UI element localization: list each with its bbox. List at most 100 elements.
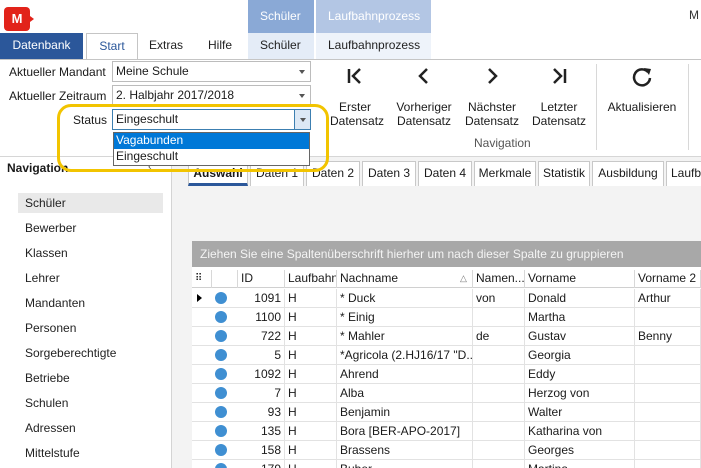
cell-nachname[interactable]: Bora [BER-APO-2017] xyxy=(337,422,473,441)
previous-record-button[interactable]: Vorheriger Datensatz xyxy=(394,66,454,128)
table-row[interactable]: 179HBuber Martina xyxy=(192,460,701,468)
nav-item-lehrer[interactable]: Lehrer xyxy=(18,268,163,288)
refresh-button[interactable]: Aktualisieren xyxy=(604,66,680,114)
nav-item-mandanten[interactable]: Mandanten xyxy=(18,293,163,313)
nav-item-betriebe[interactable]: Betriebe xyxy=(18,368,163,388)
cell-id[interactable]: 722 xyxy=(238,327,285,346)
tab-daten-4[interactable]: Daten 4 xyxy=(418,161,472,186)
cell-vorname[interactable]: Georgia xyxy=(525,346,635,365)
nav-item-schueler[interactable]: Schüler xyxy=(18,193,163,213)
cell-vorname[interactable]: Martha xyxy=(525,308,635,327)
table-row[interactable]: 93 H Benjamin Walter xyxy=(192,403,701,422)
cell-vorname-2[interactable] xyxy=(635,384,701,403)
column-header-id[interactable]: ID xyxy=(238,270,285,288)
tab-datenbank[interactable]: Datenbank xyxy=(0,33,83,60)
cell-id[interactable]: 1100 xyxy=(238,308,285,327)
cell-id[interactable]: 135 xyxy=(238,422,285,441)
cell-id[interactable]: 93 xyxy=(238,403,285,422)
cell-nachname[interactable]: *Agricola (2.HJ16/17 "D... xyxy=(337,346,473,365)
cell-namenszusatz[interactable] xyxy=(473,403,525,422)
table-row[interactable]: 1091 H * Duck von Donald Arthur xyxy=(192,289,701,308)
nav-item-klassen[interactable]: Klassen xyxy=(18,243,163,263)
cell-vorname[interactable]: Georges xyxy=(525,441,635,460)
nav-item-adressen[interactable]: Adressen xyxy=(18,418,163,438)
cell-laufbahn[interactable]: H xyxy=(285,460,337,468)
column-header-vorname[interactable]: Vorname xyxy=(525,270,635,288)
tab-merkmale[interactable]: Merkmale xyxy=(474,161,536,186)
cell-nachname[interactable]: Alba xyxy=(337,384,473,403)
mandant-select[interactable]: Meine Schule xyxy=(112,61,311,82)
cell-namenszusatz[interactable]: von xyxy=(473,289,525,308)
column-chooser-icon[interactable]: ⠿ xyxy=(192,270,212,288)
cell-vorname[interactable]: Martina xyxy=(525,460,635,468)
tab-ausbildung[interactable]: Ausbildung xyxy=(592,161,664,186)
nav-item-schulen[interactable]: Schulen xyxy=(18,393,163,413)
status-dropdown-button[interactable] xyxy=(294,110,310,129)
cell-laufbahn[interactable]: H xyxy=(285,308,337,327)
cell-laufbahn[interactable]: H xyxy=(285,327,337,346)
tab-start[interactable]: Start xyxy=(86,33,138,61)
cell-nachname[interactable]: Benjamin xyxy=(337,403,473,422)
cell-vorname-2[interactable] xyxy=(635,460,701,468)
tab-daten-3[interactable]: Daten 3 xyxy=(362,161,416,186)
table-row[interactable]: 5 H *Agricola (2.HJ16/17 "D... Georgia xyxy=(192,346,701,365)
table-row[interactable]: 1092 H Ahrend Eddy xyxy=(192,365,701,384)
cell-id[interactable]: 158 xyxy=(238,441,285,460)
table-row[interactable]: 7 H Alba Herzog von xyxy=(192,384,701,403)
cell-namenszusatz[interactable] xyxy=(473,422,525,441)
cell-namenszusatz[interactable] xyxy=(473,308,525,327)
cell-vorname-2[interactable] xyxy=(635,422,701,441)
zeitraum-select[interactable]: 2. Halbjahr 2017/2018 xyxy=(112,85,311,106)
cell-laufbahn[interactable]: H xyxy=(285,346,337,365)
cell-laufbahn[interactable]: H xyxy=(285,422,337,441)
cell-nachname[interactable]: Buber xyxy=(337,460,473,468)
cell-id[interactable]: 5 xyxy=(238,346,285,365)
status-option-eingeschult[interactable]: Eingeschult xyxy=(114,149,309,165)
tab-laufbahn[interactable]: Laufba xyxy=(666,161,701,186)
cell-vorname[interactable]: Eddy xyxy=(525,365,635,384)
tab-laufbahnprozess[interactable]: Laufbahnprozess xyxy=(316,33,431,60)
first-record-button[interactable]: Erster Datensatz xyxy=(330,66,384,128)
cell-id[interactable]: 7 xyxy=(238,384,285,403)
cell-laufbahn[interactable]: H xyxy=(285,289,337,308)
cell-namenszusatz[interactable] xyxy=(473,365,525,384)
cell-vorname-2[interactable] xyxy=(635,308,701,327)
cell-vorname[interactable]: Donald xyxy=(525,289,635,308)
cell-vorname[interactable]: Katharina von xyxy=(525,422,635,441)
next-record-button[interactable]: Nächster Datensatz xyxy=(463,66,521,128)
last-record-button[interactable]: Letzter Datensatz xyxy=(531,66,587,128)
nav-item-sorgeberechtigte[interactable]: Sorgeberechtigte xyxy=(18,343,163,363)
table-row[interactable]: 722 H * Mahler de Gustav Benny xyxy=(192,327,701,346)
cell-vorname[interactable]: Herzog von xyxy=(525,384,635,403)
cell-laufbahn[interactable]: H xyxy=(285,384,337,403)
nav-item-bewerber[interactable]: Bewerber xyxy=(18,218,163,238)
cell-vorname-2[interactable] xyxy=(635,365,701,384)
table-row[interactable]: 1100 H * Einig Martha xyxy=(192,308,701,327)
tab-extras[interactable]: Extras xyxy=(141,33,191,60)
cell-vorname-2[interactable]: Benny xyxy=(635,327,701,346)
cell-laufbahn[interactable]: H xyxy=(285,365,337,384)
cell-nachname[interactable]: Ahrend xyxy=(337,365,473,384)
cell-vorname-2[interactable] xyxy=(635,441,701,460)
cell-namenszusatz[interactable]: de xyxy=(473,327,525,346)
nav-item-personen[interactable]: Personen xyxy=(18,318,163,338)
group-by-hint-bar[interactable]: Ziehen Sie eine Spaltenüberschrift hierh… xyxy=(192,241,701,267)
cell-nachname[interactable]: * Einig xyxy=(337,308,473,327)
table-row[interactable]: 135 H Bora [BER-APO-2017] Katharina von xyxy=(192,422,701,441)
cell-nachname[interactable]: * Mahler xyxy=(337,327,473,346)
tab-hilfe[interactable]: Hilfe xyxy=(196,33,244,60)
cell-nachname[interactable]: Brassens xyxy=(337,441,473,460)
app-logo-icon[interactable]: M xyxy=(4,7,34,31)
cell-namenszusatz[interactable] xyxy=(473,384,525,403)
column-header-namenszusatz[interactable]: Namen... xyxy=(473,270,525,288)
cell-vorname-2[interactable] xyxy=(635,403,701,422)
cell-vorname-2[interactable] xyxy=(635,346,701,365)
cell-id[interactable]: 1091 xyxy=(238,289,285,308)
cell-namenszusatz[interactable] xyxy=(473,346,525,365)
tab-schueler[interactable]: Schüler xyxy=(248,33,314,60)
cell-vorname[interactable]: Walter xyxy=(525,403,635,422)
cell-namenszusatz[interactable] xyxy=(473,460,525,468)
cell-id[interactable]: 179 xyxy=(238,460,285,468)
cell-id[interactable]: 1092 xyxy=(238,365,285,384)
tab-statistik[interactable]: Statistik xyxy=(538,161,590,186)
